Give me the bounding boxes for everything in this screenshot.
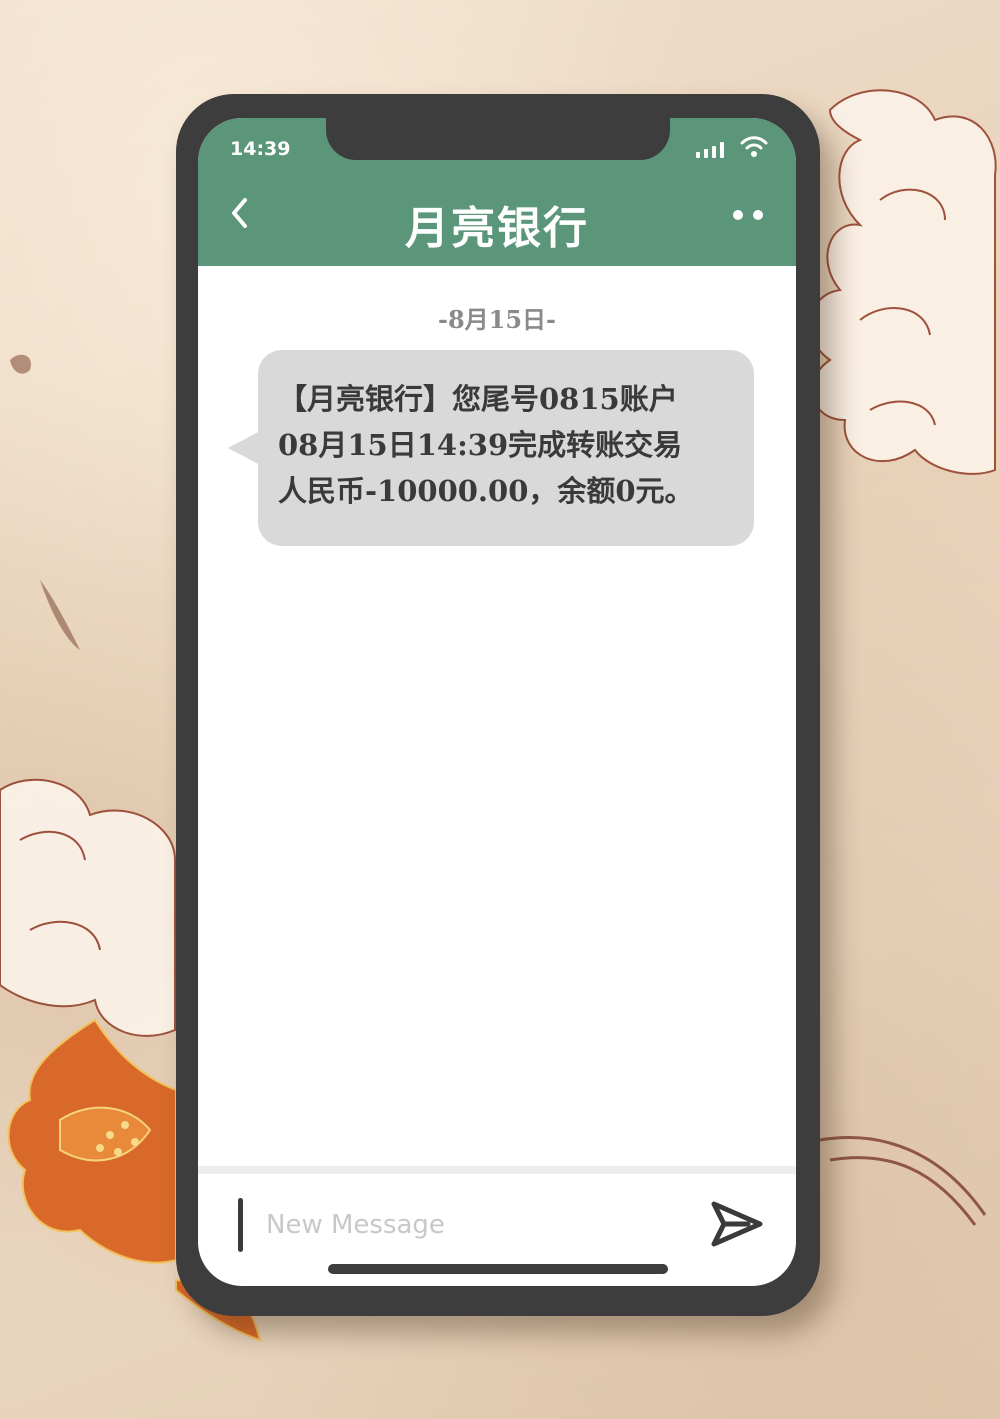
message-text: 【月亮银行】您尾号0815账户 08月15日14:39完成转账交易 人民币-10… xyxy=(278,382,694,508)
message-input[interactable] xyxy=(264,1200,668,1250)
phone-frame: 14:39 月亮银行 -8月15日- 【月亮银行】您尾号0815账户 08月15… xyxy=(176,94,820,1316)
wifi-icon xyxy=(740,136,768,157)
signal-bars-icon xyxy=(696,142,724,158)
message-bubble: 【月亮银行】您尾号0815账户 08月15日14:39完成转账交易 人民币-10… xyxy=(258,350,754,546)
phone-notch xyxy=(326,118,670,160)
chat-title: 月亮银行 xyxy=(405,203,589,254)
home-indicator xyxy=(328,1264,668,1274)
more-dots-icon[interactable] xyxy=(730,208,766,222)
send-icon[interactable] xyxy=(708,1198,766,1250)
message-date-label: -8月15日- xyxy=(437,305,557,334)
status-time: 14:39 xyxy=(230,138,291,160)
chat-header: 14:39 月亮银行 xyxy=(198,118,796,266)
phone-screen: 14:39 月亮银行 -8月15日- 【月亮银行】您尾号0815账户 08月15… xyxy=(198,118,796,1286)
message-bubble-tail xyxy=(228,430,262,466)
text-cursor xyxy=(238,1198,243,1252)
composer-divider xyxy=(198,1166,796,1174)
